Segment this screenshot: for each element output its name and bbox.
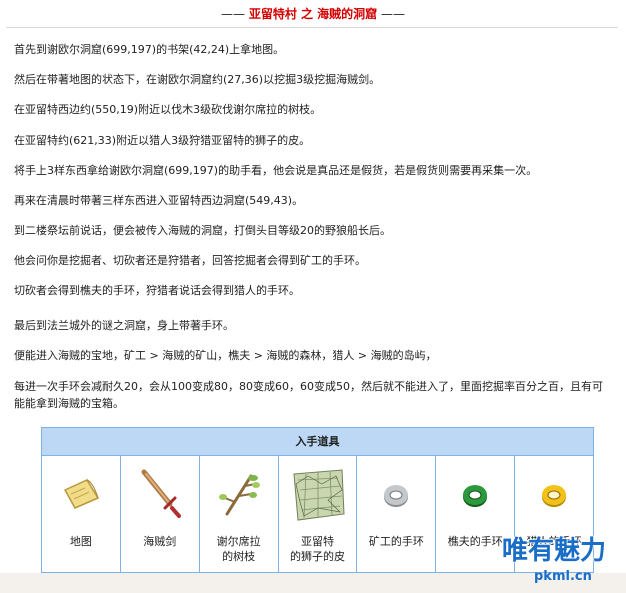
item-cell-pelt: 亚留特 的狮子的皮: [279, 456, 358, 574]
title-divider: [6, 27, 618, 28]
gray-bracelet-icon: [384, 485, 409, 507]
paragraph: 将手上3样东西拿给谢欧尔洞窟(699,197)的助手看，他会说是真品还是假货，若…: [14, 164, 538, 177]
green-bracelet-icon: [463, 485, 488, 507]
title-text: 亚留特村 之 海贼的洞窟: [248, 7, 378, 21]
watermark-logo-text: 唯有魅力: [502, 535, 606, 566]
item-cell-miner-bracelet: 矿工的手环: [357, 456, 437, 574]
article-title: —— 亚留特村 之 海贼的洞窟 ——: [0, 0, 626, 28]
site-watermark: 唯有魅力 pkml.cn: [500, 525, 624, 591]
pirate-sword-icon: [141, 469, 181, 518]
paragraph: 切砍者会得到樵夫的手环，狩猎者说话会得到猎人的手环。: [14, 284, 300, 297]
tree-branch-icon: [218, 474, 260, 516]
watermark-logo-icon: 唯有魅力: [501, 534, 607, 567]
title-dash-right: ——: [381, 7, 405, 21]
item-label: 地图: [69, 535, 92, 548]
paragraph: 首先到谢欧尔洞窟(699,197)的书架(42,24)上拿地图。: [14, 43, 285, 56]
watermark-domain: pkml.cn: [534, 569, 592, 584]
items-table-header: 入手道具: [42, 428, 593, 456]
paragraph: 他会问你是挖掘者、切砍者还是狩猎者，回答挖掘者会得到矿工的手环。: [14, 254, 366, 267]
map-scroll-icon: [63, 479, 100, 509]
item-label: 海贼剑: [143, 535, 177, 548]
item-cell-map: 地图: [42, 456, 121, 574]
item-cell-branch: 谢尔席拉 的树枝: [200, 456, 279, 574]
paragraph: 便能进入海贼的宝地，矿工 > 海贼的矿山，樵夫 > 海贼的森林，猎人 > 海贼的…: [14, 349, 437, 362]
paragraph: 在亚留特约(621,33)附近以猎人3级狩猎亚留特的狮子的皮。: [14, 134, 311, 147]
paragraph: 在亚留特西边约(550,19)附近以伐木3级砍伐谢尔席拉的树枝。: [14, 103, 322, 116]
paragraph: 最后到法兰城外的谜之洞窟，身上带著手环。: [14, 319, 234, 332]
yellow-bracelet-icon: [542, 485, 567, 507]
item-label: 矿工的手环: [368, 535, 424, 548]
item-label: 亚留特 的狮子的皮: [290, 535, 345, 563]
paragraph: 然后在带著地图的状态下，在谢欧尔洞窟约(27,36)以挖掘3级挖掘海贼剑。: [14, 73, 381, 86]
paragraph: 再来在清晨时带著三样东西进入亚留特西边洞窟(549,43)。: [14, 194, 304, 207]
page: —— 亚留特村 之 海贼的洞窟 —— 首先到谢欧尔洞窟(699,197)的书架(…: [0, 0, 626, 593]
item-cell-sword: 海贼剑: [121, 456, 200, 574]
title-dash-left: ——: [220, 7, 245, 21]
paragraph: 到二楼祭坛前说话，便会被传入海贼的洞窟，打倒头目等级20的野狼船长后。: [14, 224, 391, 237]
lion-pelt-icon: [292, 469, 345, 521]
paragraph: 每进一次手环会减耐久20，会从100变成80，80变成60，60变成50，然后就…: [14, 380, 603, 410]
item-label: 谢尔席拉 的树枝: [216, 535, 261, 563]
